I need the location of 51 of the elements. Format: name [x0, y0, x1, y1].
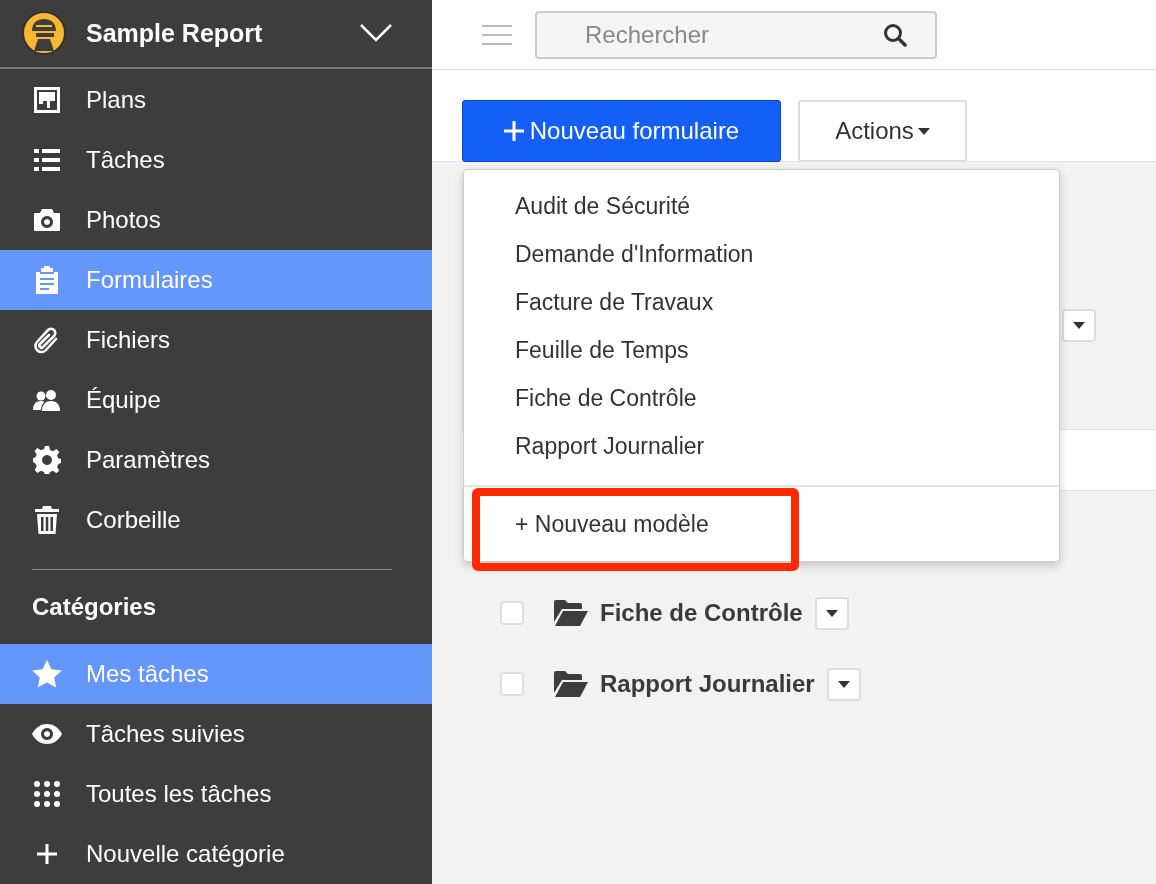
menu-item[interactable]: Fiche de Contrôle [464, 374, 1059, 422]
open-folder-icon [554, 600, 588, 626]
star-icon [32, 660, 62, 688]
camera-icon [34, 208, 60, 231]
chevron-down-icon[interactable] [360, 24, 392, 43]
eye-icon [32, 724, 62, 744]
dropdown-toggle-button[interactable] [826, 667, 861, 701]
clipboard-icon [36, 265, 58, 294]
folder-name[interactable]: Fiche de Contrôle [600, 599, 803, 627]
checkbox[interactable] [500, 672, 524, 696]
caret-down-icon [837, 680, 850, 688]
dots-grid-icon [34, 781, 60, 807]
folder-name[interactable]: Rapport Journalier [600, 670, 815, 698]
sidebar-item[interactable]: Tâches suivies [0, 704, 432, 764]
sidebar-item[interactable]: Paramètres [0, 429, 432, 490]
sidebar-item[interactable]: Photos [0, 189, 432, 250]
search-field[interactable]: Rechercher [535, 10, 937, 59]
caret-down-icon [917, 127, 930, 135]
new-form-button[interactable]: Nouveau formulaire [462, 100, 781, 162]
dropdown-toggle-button[interactable] [814, 596, 849, 630]
project-name: Sample Report [86, 18, 264, 48]
sidebar-item[interactable]: Toutes les tâches [0, 764, 432, 824]
caret-down-icon [825, 609, 838, 617]
checkbox[interactable] [500, 601, 524, 625]
sidebar-item[interactable]: Corbeille [0, 489, 432, 550]
worker-logo-icon [22, 11, 66, 56]
menu-item[interactable]: Feuille de Temps [464, 326, 1059, 374]
plus-icon [503, 121, 524, 141]
plus-icon [37, 844, 57, 864]
caret-down-icon [1073, 322, 1085, 329]
sidebar-item[interactable]: Équipe [0, 369, 432, 430]
trash-icon [35, 505, 59, 534]
menu-item[interactable]: Facture de Travaux [464, 278, 1059, 326]
list-icon [34, 148, 60, 171]
sidebar-item[interactable]: Fichiers [0, 309, 432, 370]
sidebar-item[interactable]: Plans [0, 69, 432, 130]
section-heading: Catégories [32, 592, 157, 621]
menu-item[interactable]: Rapport Journalier [464, 422, 1059, 470]
settings-icon [33, 445, 61, 474]
sidebar-item[interactable]: Tâches [0, 129, 432, 190]
dropdown-toggle-button[interactable] [1062, 309, 1096, 342]
menu-item[interactable]: Audit de Sécurité [464, 182, 1059, 230]
paperclip-icon [34, 325, 60, 354]
actions-button[interactable]: Actions [798, 100, 967, 162]
search-icon[interactable] [883, 22, 907, 47]
menu-item[interactable]: Demande d'Information [464, 230, 1059, 278]
people-icon [33, 388, 61, 411]
open-folder-icon [554, 671, 588, 697]
sidebar-item[interactable]: Nouvelle catégorie [0, 824, 432, 884]
new-template-menu-item[interactable]: + Nouveau modèle [464, 487, 1059, 561]
floor-plan-icon [34, 86, 60, 113]
